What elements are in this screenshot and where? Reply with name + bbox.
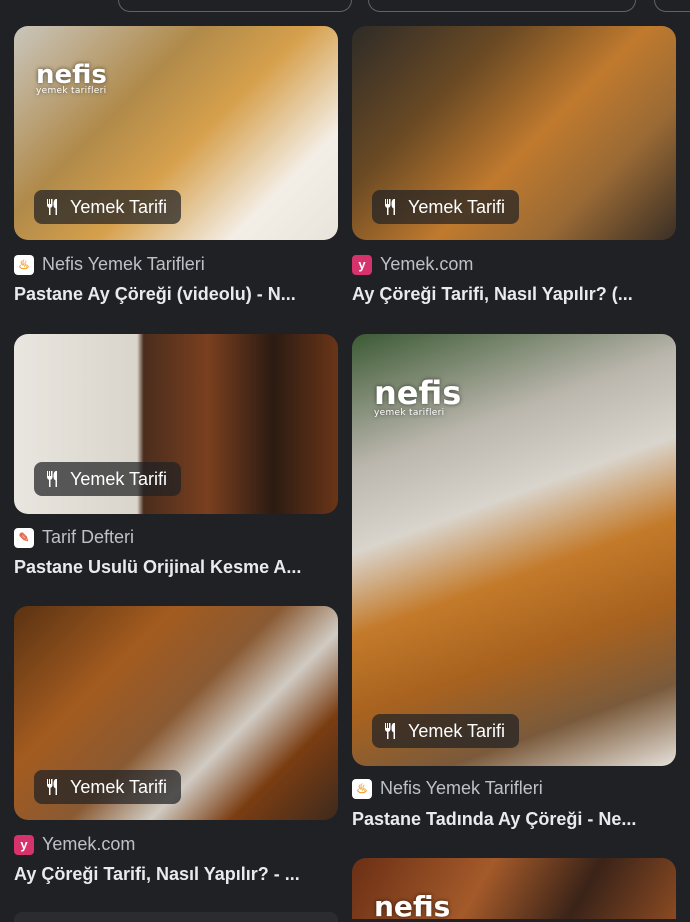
recipe-badge: Yemek Tarifi (34, 770, 182, 804)
result-image-4[interactable]: nefis yemek tarifleri Yemek Tarifi (352, 334, 676, 766)
result-source-3[interactable]: ✎ Tarif Defteri (14, 527, 134, 548)
yemek-favicon-icon: y (352, 254, 372, 275)
top-chip-left[interactable] (118, 0, 352, 12)
nefis-watermark: nefis (374, 890, 451, 919)
result-image-6[interactable]: nefis (352, 858, 676, 919)
result-source-5[interactable]: y Yemek.com (14, 834, 135, 855)
source-label: Tarif Defteri (42, 527, 135, 547)
result-image-3[interactable]: Yemek Tarifi (14, 334, 338, 514)
fork-knife-icon (47, 471, 57, 487)
result-title-2[interactable]: Ay Çöreği Tarifi, Nasıl Yapılır? (... (352, 284, 676, 305)
nefis-favicon-icon: ♨ (352, 778, 372, 799)
fork-knife-icon (47, 199, 57, 215)
top-chip-edge[interactable] (654, 0, 690, 12)
top-chip-right[interactable] (368, 0, 636, 12)
yemek-favicon-icon: y (14, 834, 34, 855)
source-label: Nefis Yemek Tarifleri (380, 778, 543, 798)
result-title-5[interactable]: Ay Çöreği Tarifi, Nasıl Yapılır? - ... (14, 864, 338, 885)
recipe-badge: Yemek Tarifi (372, 190, 520, 224)
nefis-watermark: nefis yemek tarifleri (36, 60, 107, 96)
result-image-2[interactable]: Yemek Tarifi (352, 26, 676, 240)
source-label: Yemek.com (42, 834, 136, 854)
nefis-favicon-icon: ♨ (14, 254, 34, 275)
result-title-4[interactable]: Pastane Tadında Ay Çöreği - Ne... (352, 809, 676, 830)
result-source-2[interactable]: y Yemek.com (352, 254, 473, 275)
fork-knife-icon (385, 199, 395, 215)
result-source-4[interactable]: ♨ Nefis Yemek Tarifleri (352, 778, 543, 799)
bottom-card-edge (14, 912, 338, 922)
result-image-5[interactable]: Yemek Tarifi (14, 606, 338, 820)
source-label: Yemek.com (380, 254, 474, 274)
result-source-1[interactable]: ♨ Nefis Yemek Tarifleri (14, 254, 205, 275)
recipe-badge: Yemek Tarifi (34, 462, 182, 496)
fork-knife-icon (385, 723, 395, 739)
result-title-1[interactable]: Pastane Ay Çöreği (videolu) - N... (14, 284, 338, 305)
result-title-3[interactable]: Pastane Usulü Orijinal Kesme A... (14, 557, 338, 578)
source-label: Nefis Yemek Tarifleri (42, 254, 205, 274)
tarif-defteri-favicon-icon: ✎ (14, 527, 34, 548)
recipe-badge: Yemek Tarifi (34, 190, 182, 224)
result-image-1[interactable]: nefis yemek tarifleri Yemek Tarifi (14, 26, 338, 240)
nefis-watermark: nefis yemek tarifleri (374, 374, 462, 418)
recipe-badge: Yemek Tarifi (372, 714, 520, 748)
fork-knife-icon (47, 779, 57, 795)
